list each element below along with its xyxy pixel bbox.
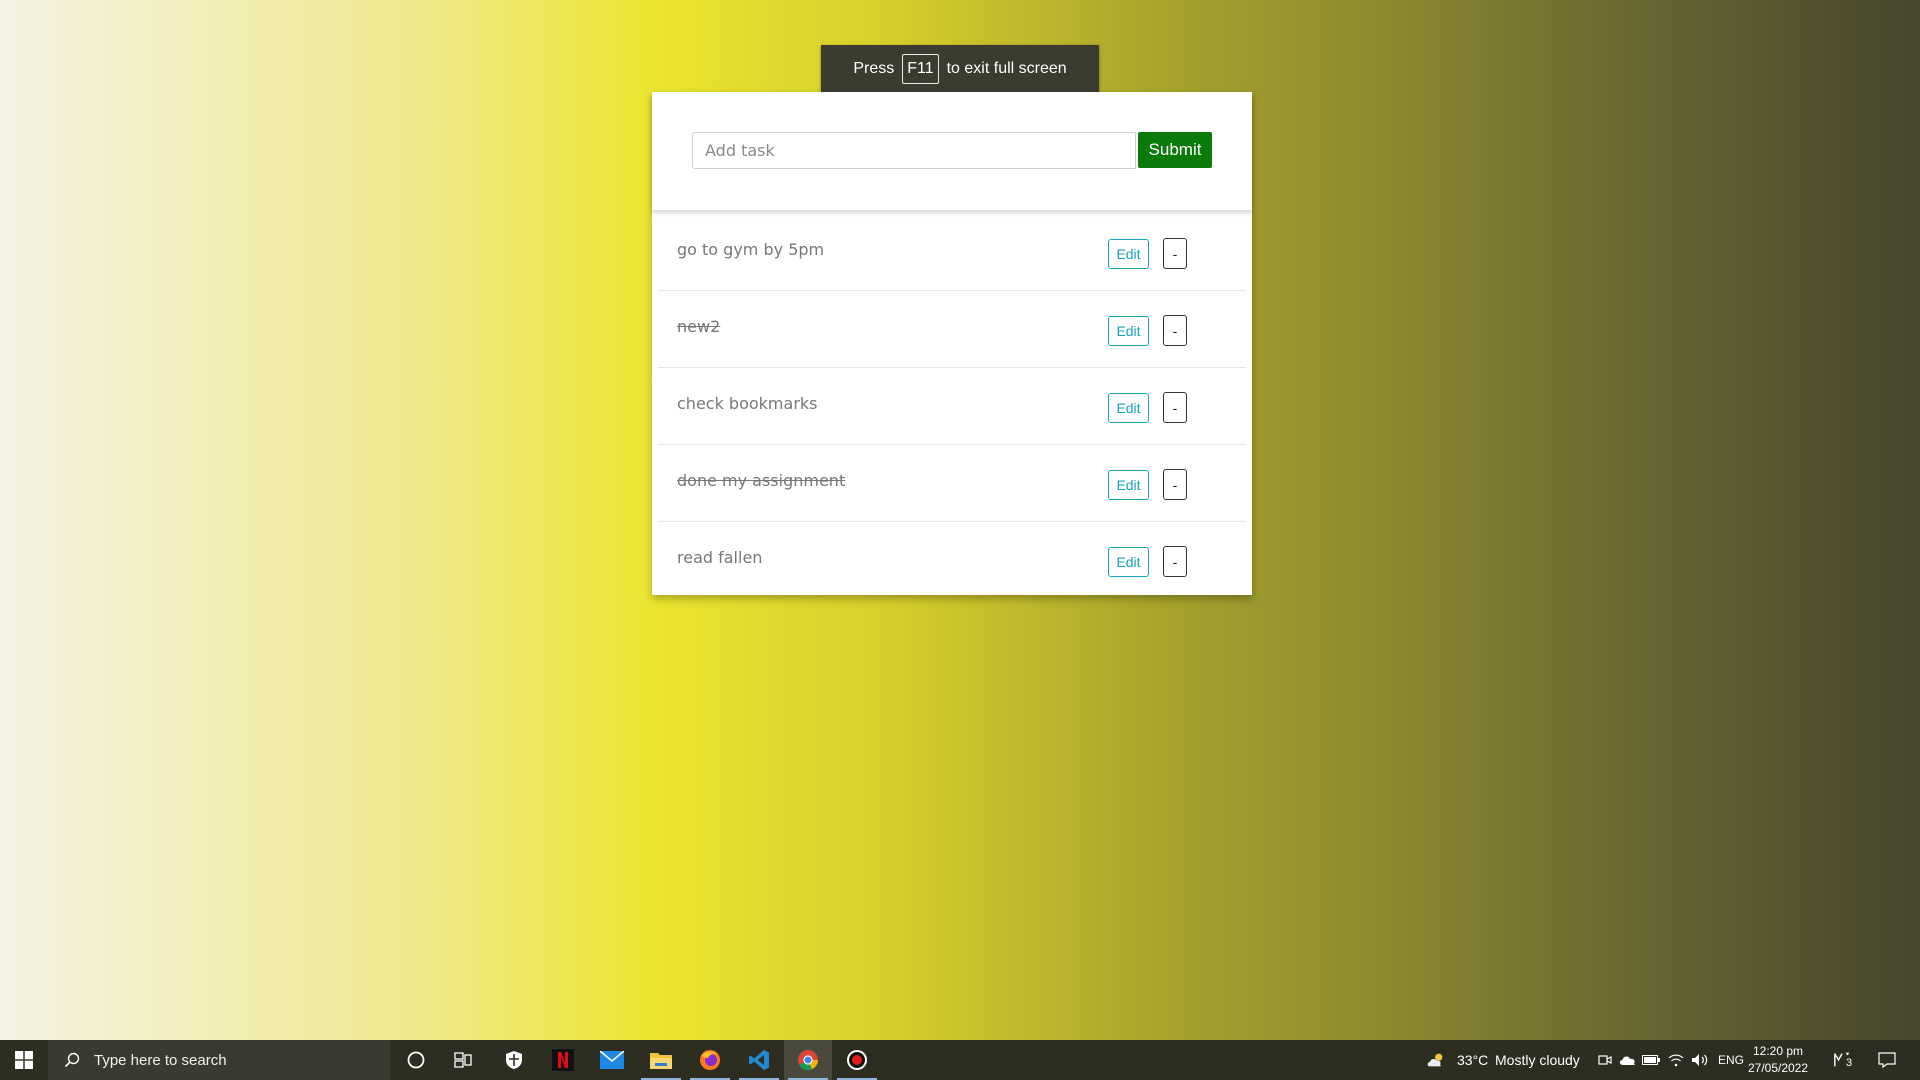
volume-icon[interactable] (1690, 1050, 1710, 1070)
taskbar: Type here to search 33°C Mostly cloudy E… (0, 1040, 1920, 1080)
screen-recorder-button[interactable] (833, 1040, 881, 1080)
battery-icon[interactable] (1641, 1050, 1661, 1070)
start-button[interactable] (0, 1040, 48, 1080)
chrome-icon (798, 1050, 819, 1071)
cortana-button[interactable] (392, 1040, 440, 1080)
task-text[interactable]: check bookmarks (677, 394, 818, 413)
remove-button[interactable]: - (1163, 238, 1187, 269)
fullscreen-hint: Press F11 to exit full screen (821, 45, 1099, 93)
clock-time: 12:20 pm (1752, 1044, 1804, 1058)
fullscreen-hint-prefix: Press (853, 60, 895, 77)
task-view-icon (454, 1052, 472, 1068)
task-item: check bookmarks Edit - (658, 368, 1246, 445)
fullscreen-hint-suffix: to exit full screen (946, 60, 1067, 77)
task-text[interactable]: new2 (677, 317, 720, 336)
task-list: go to gym by 5pm Edit - new2 Edit - chec… (658, 214, 1246, 598)
firefox-icon (700, 1050, 720, 1070)
notification-count-icon[interactable]: 3 (1833, 1050, 1853, 1070)
task-item: read fallen Edit - (658, 522, 1246, 598)
onedrive-icon[interactable] (1618, 1050, 1638, 1070)
weather-cloud-icon[interactable] (1426, 1050, 1446, 1070)
screen-recorder-icon (847, 1050, 867, 1070)
task-item: new2 Edit - (658, 291, 1246, 368)
search-placeholder: Type here to search (94, 1051, 227, 1069)
vscode-icon (749, 1050, 769, 1070)
taskbar-clock[interactable]: 12:20 pm 27/05/2022 (1747, 1043, 1809, 1077)
fullscreen-hint-key: F11 (902, 54, 939, 84)
file-explorer-icon (650, 1053, 672, 1069)
edit-button[interactable]: Edit (1108, 470, 1149, 500)
mail-button[interactable] (588, 1040, 636, 1080)
security-icon (506, 1051, 522, 1069)
netflix-button[interactable] (539, 1040, 587, 1080)
task-text[interactable]: done my assignment (677, 471, 845, 490)
wifi-icon[interactable] (1666, 1050, 1686, 1070)
windows-logo-icon (15, 1051, 33, 1069)
task-view-button[interactable] (440, 1040, 488, 1080)
meet-now-icon[interactable] (1595, 1050, 1615, 1070)
input-language[interactable]: ENG (1718, 1040, 1744, 1080)
task-item: done my assignment Edit - (658, 445, 1246, 522)
add-task-input[interactable] (692, 132, 1136, 169)
vscode-button[interactable] (735, 1040, 783, 1080)
task-item: go to gym by 5pm Edit - (658, 214, 1246, 291)
weather-temperature[interactable]: 33°C (1457, 1040, 1488, 1080)
search-icon (62, 1050, 82, 1070)
task-text[interactable]: read fallen (677, 548, 762, 567)
security-button[interactable] (490, 1040, 538, 1080)
firefox-button[interactable] (686, 1040, 734, 1080)
chrome-button[interactable] (784, 1040, 832, 1080)
notification-count: 3 (1846, 1057, 1853, 1069)
remove-button[interactable]: - (1163, 392, 1187, 423)
file-explorer-button[interactable] (637, 1040, 685, 1080)
edit-button[interactable]: Edit (1108, 393, 1149, 423)
netflix-icon (552, 1049, 574, 1071)
mail-icon (600, 1051, 624, 1069)
weather-condition[interactable]: Mostly cloudy (1495, 1040, 1580, 1080)
edit-button[interactable]: Edit (1108, 547, 1149, 577)
cortana-icon (407, 1051, 425, 1069)
edit-button[interactable]: Edit (1108, 239, 1149, 269)
submit-button[interactable]: Submit (1138, 132, 1212, 168)
remove-button[interactable]: - (1163, 469, 1187, 500)
clock-date: 27/05/2022 (1747, 1061, 1809, 1075)
remove-button[interactable]: - (1163, 315, 1187, 346)
action-center-icon[interactable] (1877, 1050, 1897, 1070)
edit-button[interactable]: Edit (1108, 316, 1149, 346)
task-text[interactable]: go to gym by 5pm (677, 240, 824, 259)
taskbar-search-box[interactable]: Type here to search (48, 1040, 390, 1080)
add-task-form: Submit (652, 92, 1252, 210)
remove-button[interactable]: - (1163, 546, 1187, 577)
todo-card: Submit go to gym by 5pm Edit - new2 Edit… (652, 92, 1252, 595)
